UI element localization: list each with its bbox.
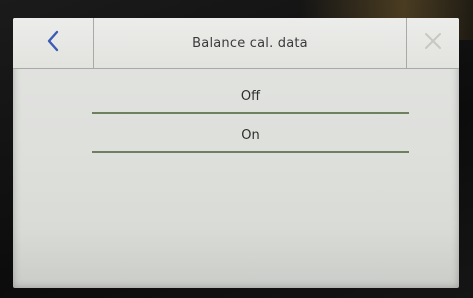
chevron-left-icon <box>46 29 60 57</box>
close-icon <box>423 31 443 55</box>
page-title: Balance cal. data <box>192 35 308 51</box>
back-button[interactable] <box>13 18 94 68</box>
option-off[interactable]: Off <box>92 80 409 114</box>
option-on-label: On <box>241 128 260 143</box>
touch-screen: Balance cal. data Off On <box>13 18 459 288</box>
option-on[interactable]: On <box>92 119 409 153</box>
screen-reflection <box>13 228 459 288</box>
title-bar: Balance cal. data <box>13 18 459 69</box>
close-button[interactable] <box>406 18 459 68</box>
option-off-label: Off <box>240 89 261 104</box>
device-frame: Balance cal. data Off On <box>0 0 473 298</box>
